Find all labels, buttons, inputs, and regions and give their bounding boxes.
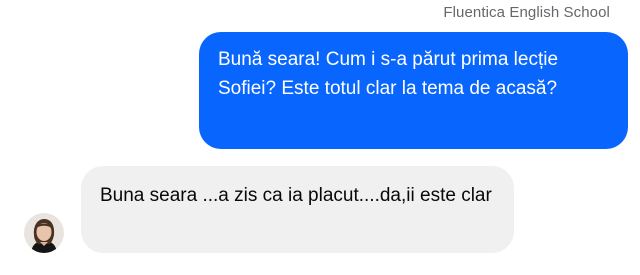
sender-name: Fluentica English School [443, 4, 610, 21]
incoming-message-bubble[interactable]: Buna seara ...a zis ca ia placut....da,i… [81, 166, 514, 253]
contact-avatar[interactable] [24, 213, 64, 253]
outgoing-message-bubble[interactable]: Bună seara! Cum i s-a părut prima lecție… [199, 32, 628, 149]
avatar-photo-icon [24, 213, 64, 253]
